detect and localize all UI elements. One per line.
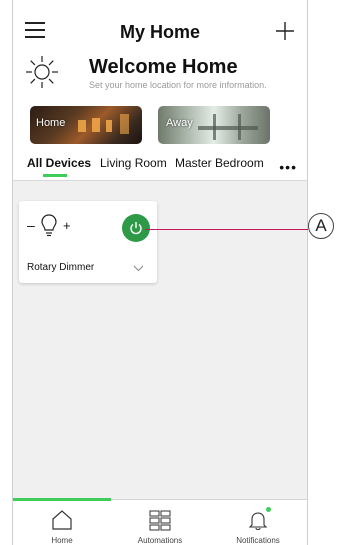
scene-away-label: Away	[166, 117, 193, 129]
active-tab-indicator	[43, 174, 67, 177]
callout-label: A	[308, 213, 334, 239]
callout-line	[145, 229, 308, 230]
scene-home-label: Home	[36, 117, 66, 129]
header: My Home Welcome Home Set your home locat…	[13, 0, 307, 181]
dim-up-button[interactable]: +	[63, 218, 71, 233]
nav-automations[interactable]: Automations	[111, 500, 209, 545]
light-bulb-icon	[41, 214, 57, 237]
add-icon[interactable]	[275, 21, 295, 41]
tab-living-room[interactable]: Living Room	[100, 156, 167, 170]
chevron-down-icon[interactable]	[133, 265, 144, 272]
nav-notifications-label: Notifications	[236, 536, 280, 545]
nav-notifications[interactable]: Notifications	[209, 500, 307, 545]
app-frame: My Home Welcome Home Set your home locat…	[12, 0, 308, 545]
nav-automations-label: Automations	[137, 536, 183, 545]
tab-all-devices[interactable]: All Devices	[27, 156, 91, 170]
dim-down-button[interactable]: –	[27, 217, 35, 233]
device-card[interactable]: – + Rotary Dimmer	[19, 201, 157, 283]
scene-home[interactable]: Home	[30, 106, 142, 144]
power-toggle-button[interactable]	[122, 214, 150, 242]
tab-master-bedroom[interactable]: Master Bedroom	[175, 156, 264, 170]
notification-badge	[266, 507, 271, 512]
room-tabs: All Devices Living Room Master Bedroom •…	[13, 156, 307, 178]
house-icon	[52, 510, 72, 530]
welcome-heading: Welcome Home	[89, 56, 238, 78]
sun-icon	[26, 56, 58, 88]
page-title: My Home	[119, 22, 200, 42]
more-tabs-icon[interactable]: •••	[279, 159, 297, 175]
bell-icon	[248, 512, 268, 531]
nav-home[interactable]: Home	[13, 500, 111, 545]
device-name: Rotary Dimmer	[27, 262, 95, 273]
power-icon	[130, 222, 142, 235]
location-hint: Set your home location for more informat…	[89, 80, 267, 90]
grid-icon	[149, 510, 171, 531]
nav-home-label: Home	[51, 536, 73, 545]
bottom-navigation: Home Automations Notifications	[13, 498, 307, 545]
scene-away[interactable]: Away	[158, 106, 270, 144]
